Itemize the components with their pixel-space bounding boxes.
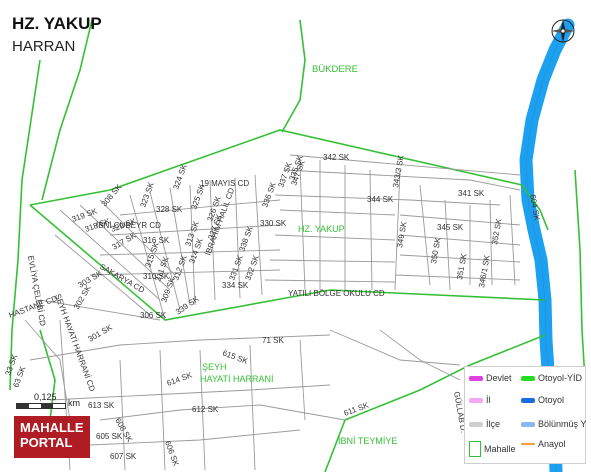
street-label: 303 SK <box>77 268 105 289</box>
district-label: HAYATİ HARRANİ <box>200 374 274 384</box>
map-title: HZ. YAKUP <box>12 14 102 33</box>
street-label: 19 MAYIS CD <box>200 179 249 188</box>
street-label: 344 SK <box>367 195 394 204</box>
scale-bar-graphic <box>16 403 66 409</box>
street-label: 349 SK <box>395 220 409 248</box>
legend-item: Bölünmüş Y <box>521 419 586 429</box>
legend-swatch-bolunmus-yol <box>521 421 535 427</box>
street-label: 336 SK <box>260 180 278 208</box>
street-label: 346/1 SK <box>477 254 492 289</box>
legend-swatch-il <box>469 397 483 403</box>
street-label: İBNİ CUBEYR CD <box>96 221 161 230</box>
district-label: ŞEYH <box>202 362 227 372</box>
street-label: 301 SK <box>87 322 115 343</box>
street-label: 310 SK <box>143 272 170 281</box>
street-label: 350 SK <box>429 236 443 264</box>
legend-item: Otoyol <box>521 395 564 405</box>
legend-swatch-otoyol <box>521 397 535 403</box>
legend-swatch-mahalle <box>469 441 481 457</box>
street-label: 328 SK <box>156 205 183 214</box>
brand-line-2: PORTAL <box>20 435 73 450</box>
street-label: 342 SK <box>323 153 350 162</box>
street-label: 605 SK <box>96 432 123 441</box>
legend-label: İl <box>486 395 491 405</box>
street-label: YATILI BÖLGE OKULU CD <box>288 289 385 298</box>
scale-unit: km <box>68 398 80 408</box>
map-legend: Devlet Otoyol-YİD İl Otoyol İlçe Bölünmü… <box>464 366 586 464</box>
street-label: 352 SK <box>490 217 504 245</box>
legend-item: Anayol <box>521 439 566 449</box>
map-canvas[interactable]: BÜKDERE HZ. YAKUP ŞEYH HAYATİ HARRANİ İBNİ T… <box>0 0 591 472</box>
street-label: 351 SK <box>455 252 469 280</box>
legend-item: İl <box>469 395 491 405</box>
legend-label: Devlet <box>486 373 512 383</box>
legend-label: Anayol <box>538 439 566 449</box>
street-label: 331 SK <box>227 253 245 281</box>
street-label: 612 SK <box>192 405 219 414</box>
street-label: 306 SK <box>140 311 167 320</box>
street-label: 332 SK <box>243 253 261 281</box>
street-label: 334 SK <box>222 281 249 290</box>
map-subtitle: HARRAN <box>12 38 76 55</box>
scale-value: 0,125 <box>34 392 57 402</box>
legend-label: İlçe <box>486 419 501 429</box>
scale-bar-icon: 0,125 km <box>14 392 94 414</box>
street-label: 341 SK <box>458 189 485 198</box>
street-label: 606 SK <box>163 440 181 468</box>
compass-rose-icon <box>550 18 576 44</box>
legend-label: Otoyol <box>538 395 565 405</box>
street-label: 338 SK <box>237 224 255 252</box>
legend-label: Otoyol-YİD <box>538 373 583 383</box>
street-label: 607 SK <box>110 452 137 461</box>
legend-item: Mahalle <box>469 441 516 457</box>
street-label: 614 SK <box>166 370 194 388</box>
legend-item: Devlet <box>469 373 512 383</box>
street-label: 312 SK <box>171 253 189 281</box>
legend-item: Otoyol-YİD <box>521 373 582 383</box>
legend-swatch-devlet <box>469 375 483 381</box>
legend-swatch-ilce <box>469 421 483 427</box>
street-label: 308 SK <box>100 182 124 208</box>
district-label: İBNİ TEYMİYE <box>338 436 397 446</box>
legend-label: Bölünmüş Y <box>538 419 587 429</box>
legend-swatch-otoyol-yid <box>521 375 535 381</box>
street-label: 330 SK <box>260 219 287 228</box>
street-label: 325 SK <box>189 182 207 210</box>
street-label: 71 SK <box>262 336 284 345</box>
district-label: BÜKDERE <box>312 64 358 75</box>
district-label: HZ. YAKUP <box>298 224 345 234</box>
legend-label: Mahalle <box>484 444 516 454</box>
brand-logo[interactable]: MAHALLE PORTAL <box>14 416 90 458</box>
brand-line-1: MAHALLE <box>20 420 84 435</box>
legend-item: İlçe <box>469 419 500 429</box>
street-label: 317 SK <box>111 230 139 251</box>
street-label: SAKARYA CD <box>98 262 146 295</box>
street-label: 345 SK <box>437 223 464 232</box>
street-label: 343/3 SK <box>391 154 406 189</box>
street-label: 339 SK <box>174 294 201 317</box>
street-label: EVLİYA ÇELEBİ CD <box>26 255 47 327</box>
legend-swatch-anayol <box>521 443 535 445</box>
